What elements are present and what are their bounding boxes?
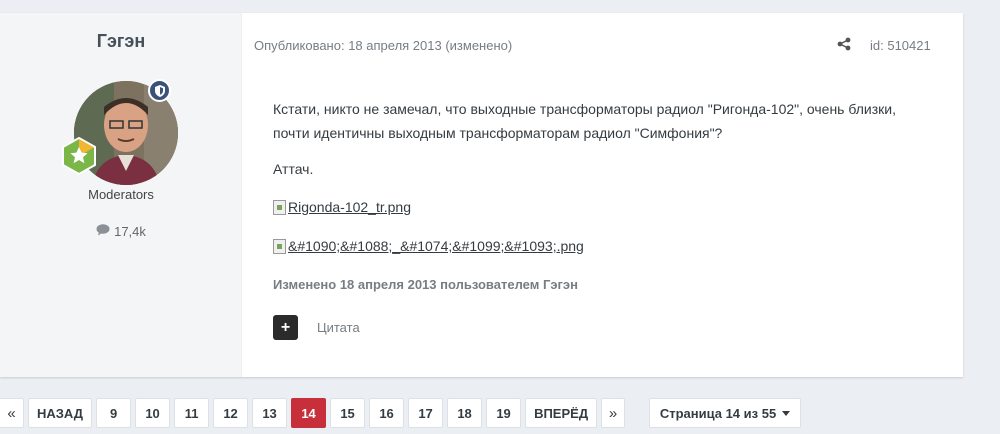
- page-link[interactable]: 19: [486, 398, 522, 428]
- post-date[interactable]: Опубликовано: 18 апреля 2013 (изменено): [254, 38, 512, 53]
- post-count-value: 17,4k: [114, 224, 146, 239]
- current-page[interactable]: 14: [291, 398, 327, 428]
- page-jump-dropdown[interactable]: Страница 14 из 55: [649, 398, 801, 428]
- pagination: « НАЗАД 9 10 11 12 13 14 15 16 17 18 19 …: [0, 398, 626, 428]
- author-panel: Гэгэн Moderators 17,4k: [0, 13, 242, 377]
- page-link[interactable]: 11: [174, 398, 210, 428]
- next-page-button[interactable]: ВПЕРЁД: [525, 398, 598, 428]
- caret-down-icon: [782, 410, 791, 416]
- attachment-image-alt: &#1090;&#1088;_&#1074;&#1099;&#1093;.png: [288, 238, 584, 254]
- post-body: Кстати, никто не замечал, что выходные т…: [273, 101, 896, 141]
- author-name[interactable]: Гэгэн: [0, 31, 242, 52]
- post-id[interactable]: id: 510421: [870, 38, 931, 53]
- page-link[interactable]: 17: [408, 398, 444, 428]
- broken-image-icon: [273, 238, 286, 254]
- first-page-button[interactable]: «: [0, 398, 24, 428]
- prev-page-button[interactable]: НАЗАД: [28, 398, 93, 428]
- author-group: Moderators: [88, 187, 154, 202]
- rank-star-icon: [60, 136, 98, 176]
- post-content: Опубликовано: 18 апреля 2013 (изменено) …: [242, 13, 963, 377]
- multiquote-plus-button[interactable]: +: [273, 315, 298, 340]
- page-link[interactable]: 9: [96, 398, 132, 428]
- attach-label: Аттач.: [273, 161, 314, 177]
- quote-button[interactable]: Цитата: [317, 320, 360, 335]
- broken-image-icon: [273, 199, 286, 215]
- attachment-image-link[interactable]: Rigonda-102_tr.png: [273, 199, 411, 215]
- last-page-button[interactable]: »: [601, 398, 626, 428]
- page-link[interactable]: 18: [447, 398, 483, 428]
- attachment-image-link[interactable]: &#1090;&#1088;_&#1074;&#1099;&#1093;.png: [273, 238, 584, 254]
- page-link[interactable]: 10: [135, 398, 171, 428]
- page-jump-label: Страница 14 из 55: [659, 405, 777, 421]
- page-link[interactable]: 12: [213, 398, 249, 428]
- comment-icon: [96, 224, 110, 239]
- post-count: 17,4k: [0, 224, 242, 239]
- page-link[interactable]: 13: [252, 398, 288, 428]
- forum-post: Гэгэн Moderators 17,4k Опубликовано: 18 …: [0, 13, 963, 377]
- page-link[interactable]: 16: [369, 398, 405, 428]
- page-link[interactable]: 15: [330, 398, 366, 428]
- edited-note: Изменено 18 апреля 2013 пользователем Гэ…: [273, 277, 578, 292]
- share-icon[interactable]: [837, 37, 851, 56]
- attachment-image-alt: Rigonda-102_tr.png: [288, 199, 411, 215]
- moderator-shield-icon: [148, 79, 171, 102]
